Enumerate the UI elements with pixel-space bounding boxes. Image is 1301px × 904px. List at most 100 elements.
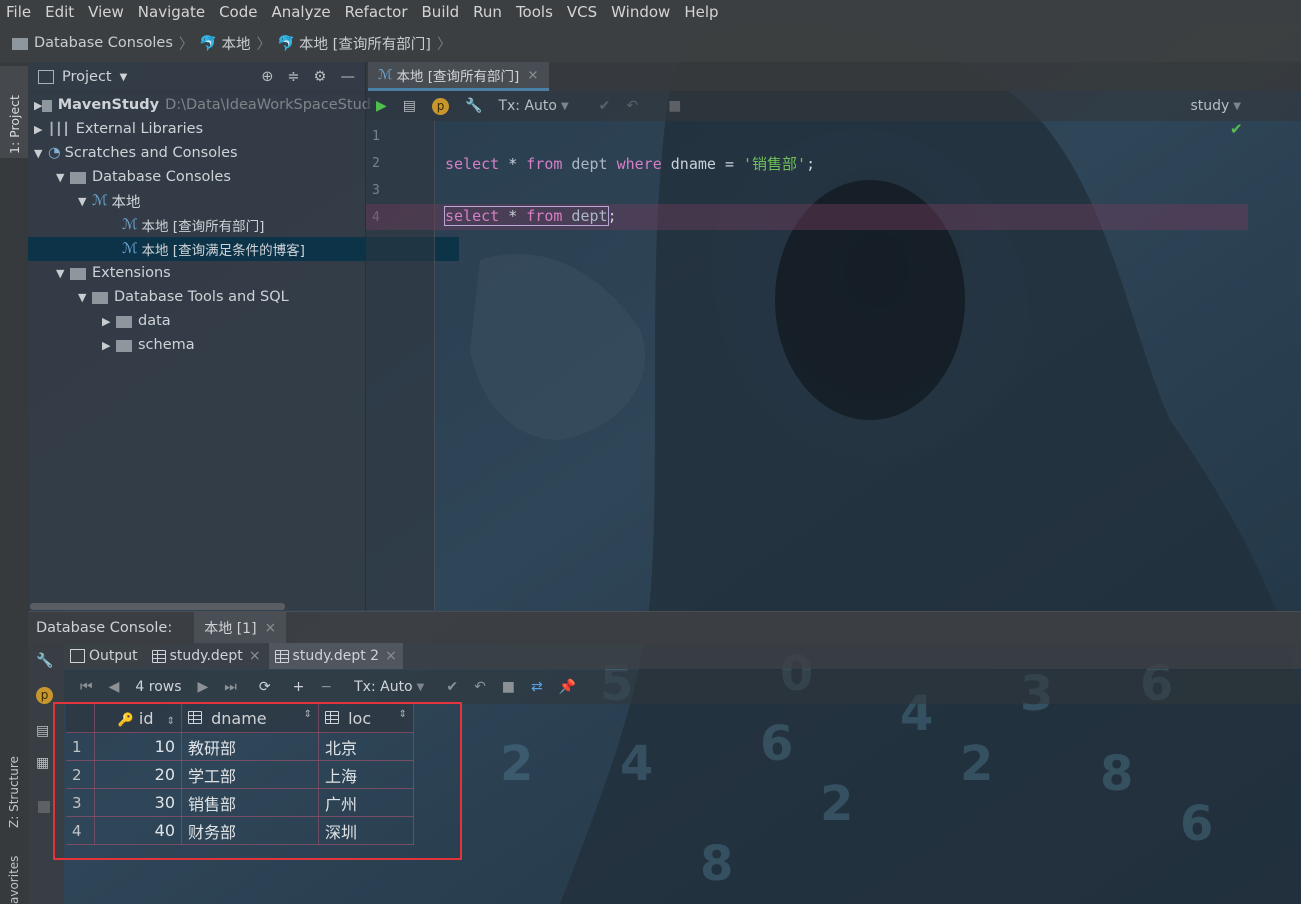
layout-icon[interactable]: ▦ — [36, 755, 49, 771]
expand-arrow-icon[interactable]: ▶ — [102, 339, 116, 352]
menu-help[interactable]: Help — [678, 0, 724, 24]
structure-tool-button[interactable]: Z: Structure — [0, 732, 28, 828]
menu-vcs[interactable]: VCS — [561, 0, 603, 24]
structure-tool-label: Z: Structure — [7, 756, 21, 828]
compare-icon[interactable]: ⇄ — [531, 679, 543, 695]
schema-selector[interactable]: study — [1190, 98, 1229, 114]
table-row[interactable]: 1 10 教研部 北京 — [66, 732, 414, 761]
tab-console-local-1[interactable]: 本地 [1] × — [194, 612, 287, 644]
cell-loc[interactable]: 广州 — [318, 788, 414, 817]
add-row-icon[interactable]: + — [293, 679, 305, 695]
cell-id[interactable]: 40 — [94, 816, 182, 845]
cell-loc[interactable]: 北京 — [318, 732, 414, 761]
wrench-icon[interactable]: 🔧 — [36, 653, 53, 669]
collapse-all-icon[interactable]: ≑ — [287, 69, 299, 85]
project-panel: Project ▼ ⊕ ≑ ⚙ — ▶ MavenStudy D:\Data\I… — [28, 62, 459, 610]
column-header-loc[interactable]: loc ⇕ — [318, 704, 414, 733]
horizontal-scrollbar[interactable] — [30, 603, 285, 610]
tab-study-dept-2[interactable]: study.dept 2 × — [268, 643, 403, 669]
cell-id[interactable]: 30 — [94, 788, 182, 817]
tree-item-local[interactable]: ▼ ℳ 本地 — [28, 189, 415, 213]
tree-item-mavenstudy[interactable]: ▶ MavenStudy D:\Data\IdeaWorkSpaceStud — [28, 93, 371, 117]
menu-refactor[interactable]: Refactor — [339, 0, 414, 24]
tree-item-scratches[interactable]: ▼ ◔ Scratches and Consoles — [28, 141, 371, 165]
tree-item-external-libraries[interactable]: ▶ ┃┃┃ External Libraries — [28, 117, 371, 141]
editor-gutter: 1 2 3 4 — [366, 121, 435, 610]
sort-icon[interactable]: ⇕ — [304, 709, 312, 720]
menu-run[interactable]: Run — [467, 0, 508, 24]
expand-arrow-icon[interactable]: ▶ — [34, 99, 42, 112]
sort-icon[interactable]: ⇕ — [167, 716, 175, 727]
tab-console-all-depts[interactable]: ℳ 本地 [查询所有部门] × — [368, 62, 549, 91]
close-icon[interactable]: × — [385, 648, 397, 664]
column-header-id[interactable]: 🔑 id ⇕ — [94, 704, 182, 733]
favorites-tool-button[interactable]: avorites — [0, 852, 28, 904]
tree-item-extensions[interactable]: ▼ Extensions — [28, 261, 393, 285]
table-view-icon[interactable]: ▤ — [36, 723, 49, 739]
expand-arrow-icon[interactable]: ▶ — [102, 315, 116, 328]
table-row[interactable]: 3 30 销售部 广州 — [66, 788, 414, 817]
result-grid[interactable]: 🔑 id ⇕ dname ⇕ loc ⇕ 1 10 教研部 北京 2 20 学工… — [66, 704, 414, 845]
expand-arrow-icon[interactable]: ▶ — [34, 123, 48, 136]
close-icon[interactable]: × — [249, 648, 261, 664]
code-line-2[interactable]: select * from dept where dname = '销售部'; — [445, 153, 815, 174]
locate-icon[interactable]: ⊕ — [261, 69, 273, 85]
table-row[interactable]: 2 20 学工部 上海 — [66, 760, 414, 789]
cell-dname[interactable]: 销售部 — [181, 788, 319, 817]
tab-output[interactable]: Output — [64, 643, 144, 669]
menu-navigate[interactable]: Navigate — [132, 0, 211, 24]
menu-view[interactable]: View — [82, 0, 130, 24]
project-view-selector[interactable]: Project — [62, 69, 112, 85]
menu-window[interactable]: Window — [605, 0, 676, 24]
tab-study-dept[interactable]: study.dept × — [146, 643, 267, 669]
tree-item-path: D:\Data\IdeaWorkSpaceStud — [165, 97, 371, 113]
project-tool-button[interactable]: 1: Project — [0, 66, 28, 158]
menu-tools[interactable]: Tools — [510, 0, 559, 24]
cell-id[interactable]: 10 — [94, 732, 182, 761]
line-number: 3 — [372, 183, 380, 198]
console-icon: ℳ — [378, 67, 393, 83]
transaction-mode-select[interactable]: Tx: Auto — [354, 679, 413, 695]
tree-item-database-consoles[interactable]: ▼ Database Consoles — [28, 165, 393, 189]
breadcrumb-item-console[interactable]: 本地 [查询所有部门] — [299, 33, 431, 54]
cell-id[interactable]: 20 — [94, 760, 182, 789]
parameters-icon[interactable]: p — [36, 687, 53, 704]
wrench-icon[interactable]: 🔧 — [465, 98, 482, 114]
cell-loc[interactable]: 深圳 — [318, 816, 414, 845]
collapse-arrow-icon[interactable]: ▼ — [56, 171, 70, 184]
execute-icon[interactable]: ▶ — [376, 98, 387, 114]
cell-dname[interactable]: 财务部 — [181, 816, 319, 845]
sort-icon[interactable]: ⇕ — [399, 709, 407, 720]
close-icon[interactable]: × — [527, 67, 538, 83]
close-icon[interactable]: × — [265, 620, 277, 636]
collapse-arrow-icon[interactable]: ▼ — [78, 195, 92, 208]
gear-icon[interactable]: ⚙ — [314, 69, 327, 85]
breadcrumb-item-local[interactable]: 本地 — [221, 33, 250, 54]
parameters-icon[interactable]: p — [432, 97, 450, 115]
collapse-arrow-icon[interactable]: ▼ — [56, 267, 70, 280]
tree-item-database-tools[interactable]: ▼ Database Tools and SQL — [28, 285, 415, 309]
breadcrumb-item-consoles[interactable]: Database Consoles — [34, 35, 173, 51]
collapse-arrow-icon[interactable]: ▼ — [34, 147, 48, 160]
cell-dname[interactable]: 学工部 — [181, 760, 319, 789]
transaction-mode-select[interactable]: Tx: Auto — [498, 98, 557, 114]
code-line-4[interactable]: select * from dept; — [444, 206, 617, 226]
menu-file[interactable]: File — [0, 0, 37, 24]
table-row[interactable]: 4 40 财务部 深圳 — [66, 816, 414, 845]
menu-analyze[interactable]: Analyze — [265, 0, 336, 24]
cell-loc[interactable]: 上海 — [318, 760, 414, 789]
minimize-icon[interactable]: — — [341, 69, 356, 85]
browse-query-history-icon[interactable]: ▤ — [403, 98, 416, 114]
tab-label: study.dept — [169, 648, 243, 664]
sql-keyword: from — [526, 207, 563, 225]
column-header-dname[interactable]: dname ⇕ — [181, 704, 319, 733]
menu-edit[interactable]: Edit — [39, 0, 80, 24]
menu-build[interactable]: Build — [416, 0, 466, 24]
chevron-down-icon[interactable]: ▼ — [120, 72, 128, 83]
cell-dname[interactable]: 教研部 — [181, 732, 319, 761]
reload-icon[interactable]: ⟳ — [259, 679, 271, 695]
row-count[interactable]: 4 rows — [135, 679, 181, 695]
pin-icon[interactable]: 📌 — [559, 679, 576, 695]
menu-code[interactable]: Code — [213, 0, 263, 24]
collapse-arrow-icon[interactable]: ▼ — [78, 291, 92, 304]
